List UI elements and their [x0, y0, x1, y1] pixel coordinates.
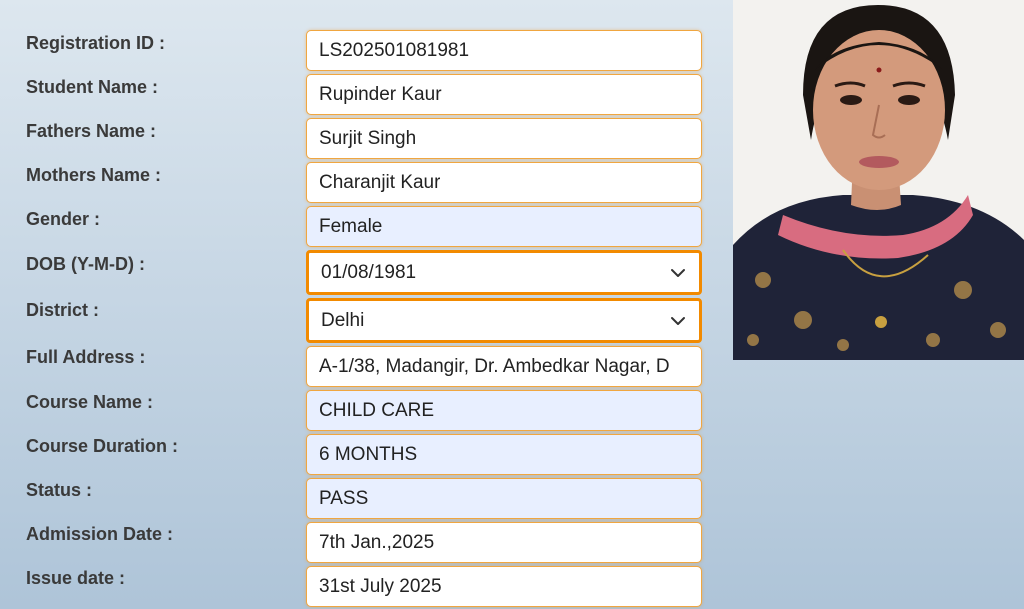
full-address-label: Full Address :: [26, 347, 146, 367]
dob-select[interactable]: 01/08/1981: [306, 250, 702, 295]
course-duration-value: 6 MONTHS: [319, 443, 418, 465]
admission-date-label: Admission Date :: [26, 524, 174, 544]
registration-id-field[interactable]: LS202501081981: [306, 30, 702, 71]
fathers-name-field[interactable]: Surjit Singh: [306, 118, 702, 159]
course-name-value: CHILD CARE: [319, 399, 435, 421]
student-name-label: Student Name :: [26, 77, 159, 97]
student-name-value: Rupinder Kaur: [319, 83, 442, 105]
student-photo-illustration: [733, 0, 1024, 360]
fathers-name-label: Fathers Name :: [26, 121, 157, 141]
chevron-down-icon[interactable]: [669, 264, 687, 282]
district-label: District :: [26, 300, 100, 320]
course-name-field[interactable]: CHILD CARE: [306, 390, 702, 431]
gender-label: Gender :: [26, 209, 101, 229]
student-name-field[interactable]: Rupinder Kaur: [306, 74, 702, 115]
student-photo: [733, 0, 1024, 360]
chevron-down-icon[interactable]: [669, 312, 687, 330]
dob-label: DOB (Y-M-D) :: [26, 254, 145, 274]
mothers-name-value: Charanjit Kaur: [319, 171, 441, 193]
course-duration-label: Course Duration :: [26, 436, 179, 456]
course-name-label: Course Name :: [26, 392, 154, 412]
registration-id-value: LS202501081981: [319, 39, 470, 61]
status-field[interactable]: PASS: [306, 478, 702, 519]
registration-id-label: Registration ID :: [26, 33, 166, 53]
status-label: Status :: [26, 480, 93, 500]
issue-date-field[interactable]: 31st July 2025: [306, 566, 702, 607]
fathers-name-value: Surjit Singh: [319, 127, 417, 149]
status-value: PASS: [319, 487, 369, 509]
admission-date-value: 7th Jan.,2025: [319, 531, 435, 553]
gender-value: Female: [319, 215, 383, 237]
issue-date-value: 31st July 2025: [319, 575, 442, 597]
course-duration-field[interactable]: 6 MONTHS: [306, 434, 702, 475]
mothers-name-label: Mothers Name :: [26, 165, 162, 185]
mothers-name-field[interactable]: Charanjit Kaur: [306, 162, 702, 203]
issue-date-label: Issue date :: [26, 568, 126, 588]
full-address-field[interactable]: A-1/38, Madangir, Dr. Ambedkar Nagar, D: [306, 346, 702, 387]
dob-value: 01/08/1981: [321, 261, 417, 283]
admission-date-field[interactable]: 7th Jan.,2025: [306, 522, 702, 563]
district-value: Delhi: [321, 309, 365, 331]
gender-field[interactable]: Female: [306, 206, 702, 247]
full-address-value: A-1/38, Madangir, Dr. Ambedkar Nagar, D: [319, 355, 670, 377]
district-select[interactable]: Delhi: [306, 298, 702, 343]
